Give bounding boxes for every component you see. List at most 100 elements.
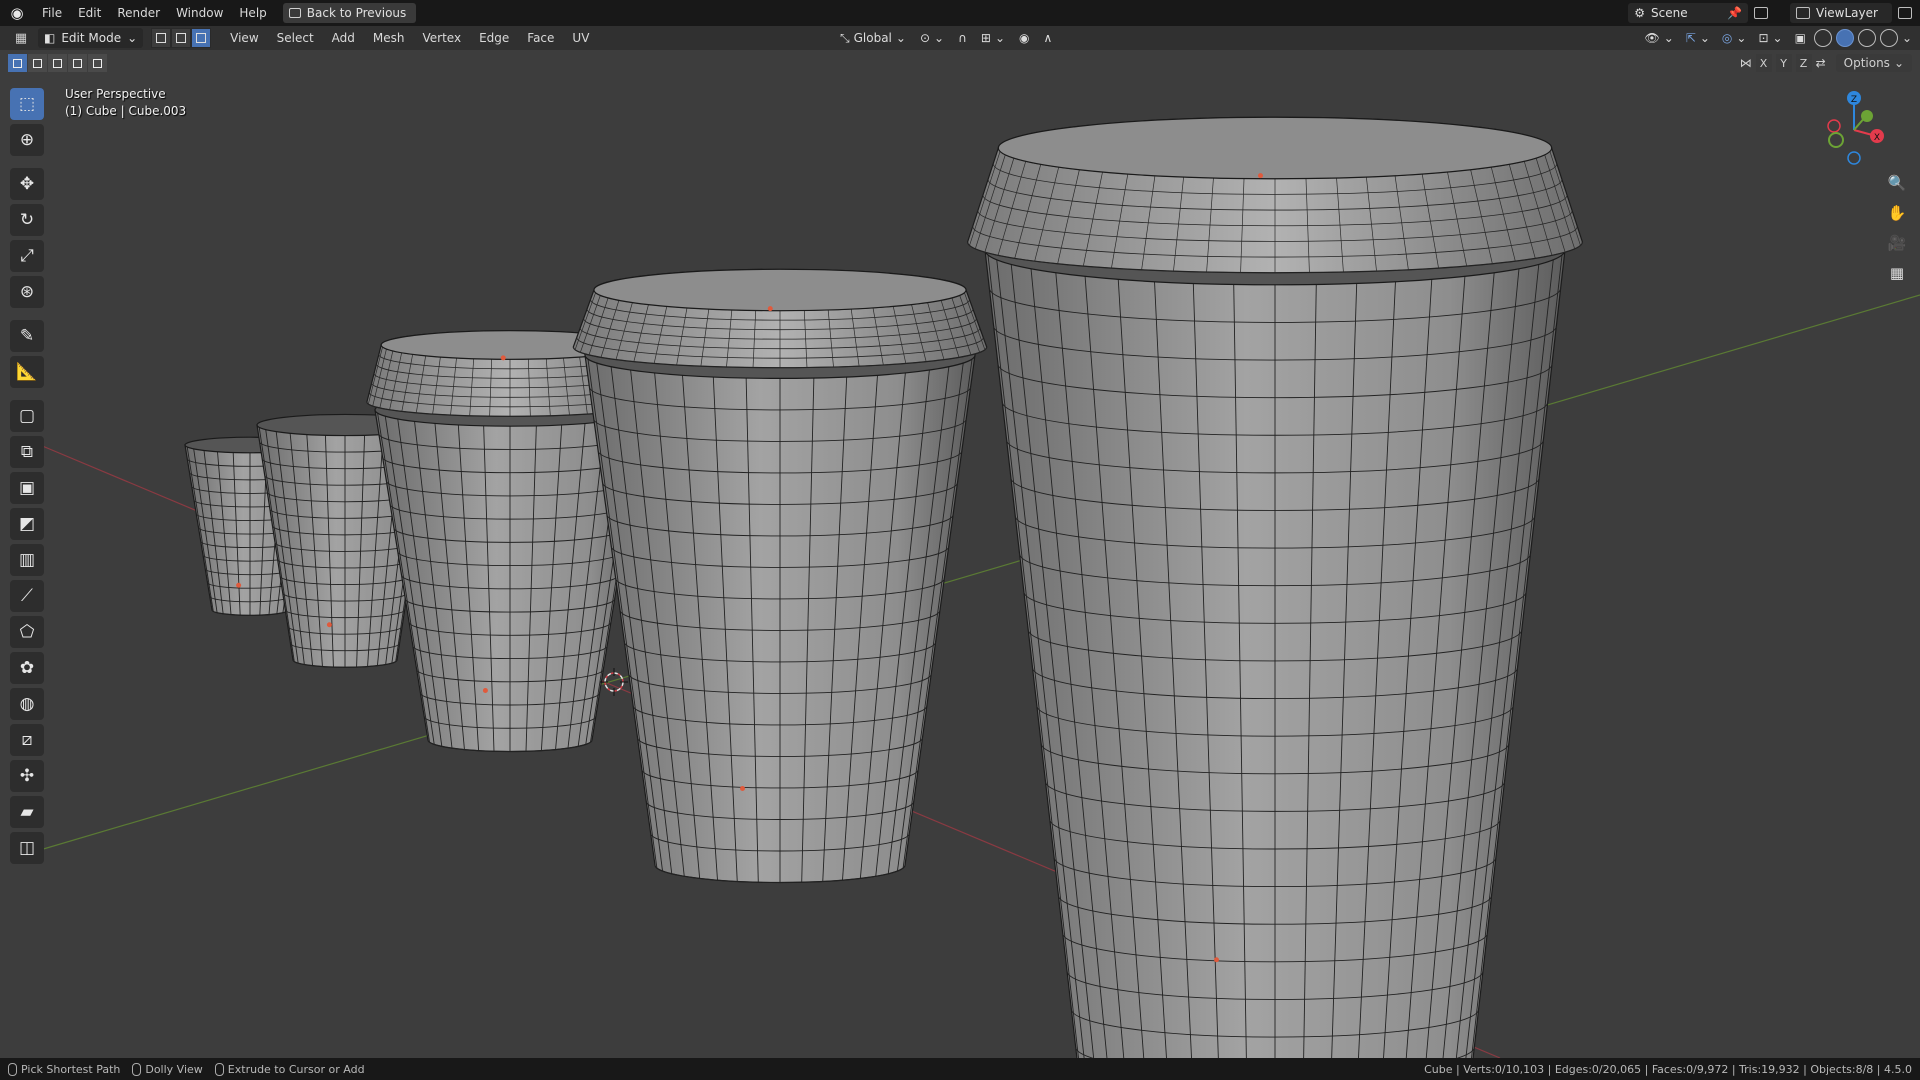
view-layer-icon [1796, 7, 1810, 19]
shrink-fatten-tool[interactable]: ✣ [10, 760, 44, 792]
topology-mirror-icon[interactable]: ⇄ [1816, 56, 1826, 70]
falloff-dropdown[interactable]: ∧ [1039, 28, 1056, 48]
options-dropdown[interactable]: Options ⌄ [1835, 54, 1912, 72]
menu-face[interactable]: Face [518, 26, 563, 50]
menu-uv[interactable]: UV [563, 26, 598, 50]
mode-dropdown[interactable]: ◧ Edit Mode ⌄ [38, 28, 144, 48]
back-to-previous-button[interactable]: Back to Previous [282, 3, 417, 23]
cup-mesh[interactable] [966, 116, 1584, 1080]
editor-type-icon[interactable]: ▦ [10, 29, 32, 47]
hint-label: Extrude to Cursor or Add [227, 1062, 365, 1076]
select-box-tool[interactable]: ⬚ [10, 88, 44, 120]
menu-help[interactable]: Help [231, 0, 274, 26]
gizmo-neg-x[interactable] [1827, 119, 1841, 133]
bevel-tool[interactable]: ◩ [10, 508, 44, 540]
move-tool[interactable]: ✥ [10, 168, 44, 200]
new-scene-icon[interactable] [1754, 7, 1768, 19]
orientation-dropdown[interactable]: ⤡ Global ⌄ [836, 28, 910, 48]
orientation-icon: ⤡ [840, 30, 850, 45]
rendered-shading-button[interactable] [1879, 29, 1898, 47]
menu-vertex[interactable]: Vertex [414, 26, 471, 50]
top-menu-bar: ◉ File Edit Render Window Help Back to P… [0, 0, 1920, 26]
butterfly-icon: ⋈ [1739, 56, 1752, 70]
annotate-tool[interactable]: ✎ [10, 320, 44, 352]
spin-tool[interactable]: ✿ [10, 652, 44, 684]
gizmo-z-label: Z [1851, 95, 1857, 105]
inset-faces-tool[interactable]: ▣ [10, 472, 44, 504]
mirror-y-toggle[interactable]: Y [1775, 54, 1792, 72]
hint-label: Pick Shortest Path [21, 1062, 121, 1076]
select-extend-button[interactable] [28, 54, 47, 72]
menu-add[interactable]: Add [323, 26, 364, 50]
poly-build-tool[interactable]: ⬠ [10, 616, 44, 648]
mirror-x-toggle[interactable]: X [1755, 54, 1772, 72]
camera-view-icon[interactable]: 🎥 [1886, 232, 1908, 254]
scene-name: Scene [1651, 6, 1688, 20]
select-subtract-button[interactable] [48, 54, 67, 72]
viewport-canvas[interactable] [0, 50, 1920, 1080]
navigation-gizmo[interactable]: Z X [1814, 86, 1894, 166]
gizmo-y-axis[interactable] [1861, 110, 1873, 122]
gizmo-neg-y[interactable] [1828, 132, 1844, 148]
pivot-dropdown[interactable]: ⊙ ⌄ [916, 28, 948, 48]
material-shading-button[interactable] [1857, 29, 1876, 47]
menu-mesh[interactable]: Mesh [364, 26, 414, 50]
add-cube-tool[interactable]: ▢ [10, 400, 44, 432]
rip-region-tool[interactable]: ◫ [10, 832, 44, 864]
pan-hand-icon[interactable]: ✋ [1886, 202, 1908, 224]
menu-file[interactable]: File [34, 0, 70, 26]
blender-logo-icon[interactable]: ◉ [0, 0, 34, 26]
visibility-dropdown[interactable]: 👁 ⌄ [1641, 28, 1678, 48]
extrude-region-tool[interactable]: ⧉ [10, 436, 44, 468]
view-layer-selector[interactable]: ViewLayer [1790, 3, 1892, 23]
chevron-down-icon[interactable]: ⌄ [1902, 31, 1912, 45]
loop-cut-tool[interactable]: ▥ [10, 544, 44, 576]
3d-viewport[interactable] [0, 50, 1920, 1080]
rotate-tool[interactable]: ↻ [10, 204, 44, 236]
smooth-tool[interactable]: ◍ [10, 688, 44, 720]
ortho-grid-icon[interactable]: ▦ [1886, 262, 1908, 284]
scale-tool[interactable]: ⤢ [10, 240, 44, 272]
vertex-select-button[interactable] [151, 28, 172, 48]
view-name: User Perspective [65, 87, 166, 101]
select-new-button[interactable] [8, 54, 27, 72]
3d-cursor-icon[interactable] [600, 668, 628, 696]
menu-edge[interactable]: Edge [470, 26, 518, 50]
edge-select-button[interactable] [171, 28, 192, 48]
select-invert-button[interactable] [68, 54, 87, 72]
cup-mesh[interactable] [572, 268, 988, 884]
mirror-z-toggle[interactable]: Z [1795, 54, 1812, 72]
new-view-layer-icon[interactable] [1898, 7, 1912, 19]
menu-window[interactable]: Window [168, 0, 231, 26]
snap-toggle[interactable]: ∩ [954, 28, 971, 48]
gizmo-toggle[interactable]: ⇱ ⌄ [1682, 28, 1714, 48]
scene-statistics: Cube | Verts:0/10,103 | Edges:0/20,065 |… [1424, 1062, 1912, 1076]
shear-tool[interactable]: ▰ [10, 796, 44, 828]
xray-toggle[interactable]: ▣ [1791, 28, 1810, 48]
snap-dropdown[interactable]: ⊞ ⌄ [977, 28, 1009, 48]
header-menu: View Select Add Mesh Vertex Edge Face UV [221, 26, 598, 50]
scene-selector[interactable]: ⚙ Scene 📌 [1628, 3, 1748, 23]
wireframe-shading-button[interactable] [1813, 29, 1832, 47]
menu-render[interactable]: Render [109, 0, 168, 26]
gizmo-neg-z[interactable] [1847, 151, 1861, 165]
cursor-tool[interactable]: ⊕ [10, 124, 44, 156]
hint-extrude-to-cursor: Extrude to Cursor or Add [214, 1062, 365, 1076]
overlay-toggle[interactable]: ◎ ⌄ [1718, 28, 1751, 48]
proportional-edit-toggle[interactable]: ◉ [1015, 28, 1033, 48]
knife-tool[interactable]: ⟋ [10, 580, 44, 612]
edge-slide-tool[interactable]: ⧄ [10, 724, 44, 756]
zoom-icon[interactable]: 🔍 [1886, 172, 1908, 194]
transform-tool[interactable]: ⊛ [10, 276, 44, 308]
select-intersect-button[interactable] [88, 54, 107, 72]
eye-icon: 👁 [1644, 31, 1660, 45]
face-select-button[interactable] [191, 28, 212, 48]
solid-shading-button[interactable] [1835, 29, 1854, 47]
mesh-overlay-dropdown[interactable]: ⊡ ⌄ [1754, 28, 1786, 48]
menu-select[interactable]: Select [268, 26, 323, 50]
pin-icon[interactable]: 📌 [1727, 6, 1742, 20]
viewport-display-controls: 👁 ⌄ ⇱ ⌄ ◎ ⌄ ⊡ ⌄ ▣ ⌄ [1641, 28, 1912, 48]
menu-edit[interactable]: Edit [70, 0, 109, 26]
menu-view[interactable]: View [221, 26, 267, 50]
measure-tool[interactable]: 📐 [10, 356, 44, 388]
